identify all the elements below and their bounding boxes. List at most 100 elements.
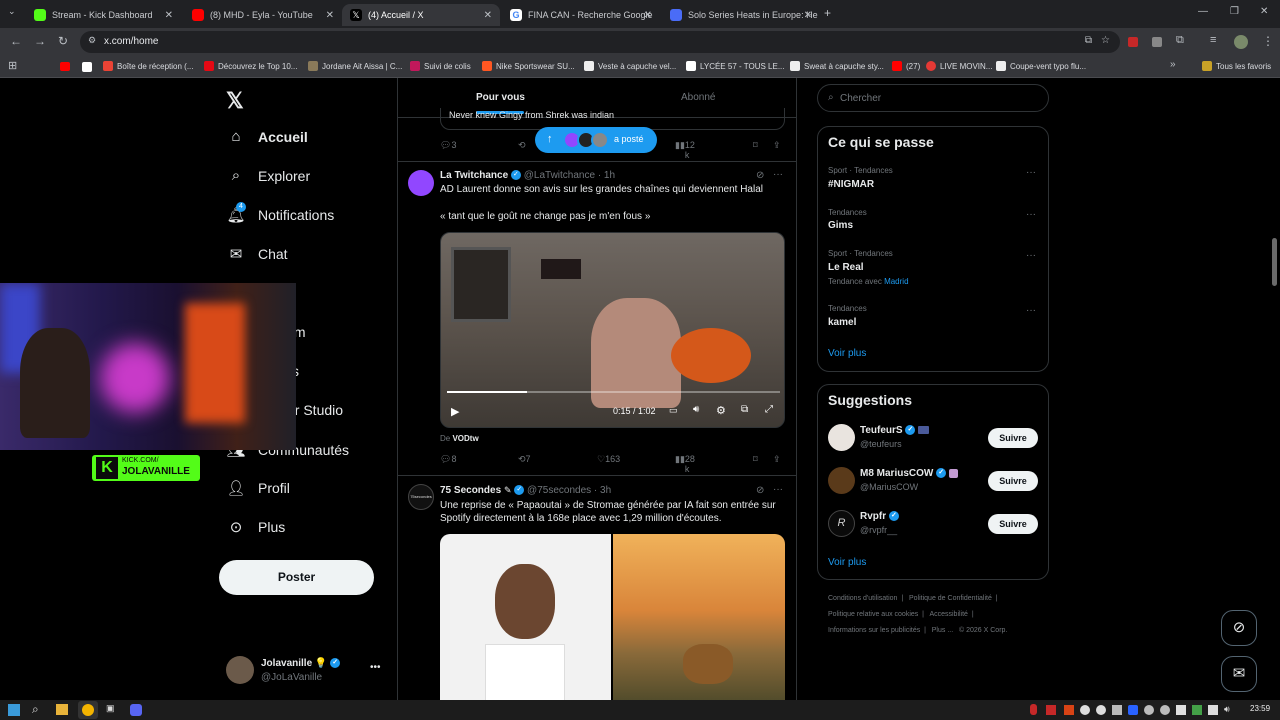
- close-icon[interactable]: ✕: [165, 10, 173, 21]
- post-handle[interactable]: @75secondes: [527, 485, 591, 496]
- avatar[interactable]: [408, 170, 434, 196]
- trend-extra-link[interactable]: Madrid: [884, 277, 908, 286]
- new-posts-pill[interactable]: ↑ a posté: [535, 127, 657, 153]
- post-author[interactable]: La Twitchance: [440, 170, 508, 181]
- search-input[interactable]: ⌕ Chercher: [817, 84, 1049, 112]
- restore-icon[interactable]: ❐: [1230, 6, 1239, 17]
- tab-youtube[interactable]: (8) MHD - Eyla - YouTube ✕: [184, 4, 342, 26]
- back-icon[interactable]: ←: [10, 34, 22, 48]
- tray-icon[interactable]: [1046, 705, 1056, 715]
- avatar[interactable]: [828, 424, 855, 451]
- more-icon[interactable]: ···: [1026, 209, 1036, 220]
- like-button[interactable]: ♡ 163: [597, 454, 620, 465]
- footer-link[interactable]: Politique relative aux cookies: [828, 611, 918, 618]
- footer-link[interactable]: Accessibilité: [929, 611, 968, 618]
- trend-name[interactable]: Gims: [828, 220, 853, 231]
- tab-search-icon[interactable]: ⌄: [8, 6, 16, 17]
- grok-icon[interactable]: ⊘: [1221, 610, 1257, 646]
- more-icon[interactable]: ···: [1026, 305, 1036, 316]
- more-icon[interactable]: ···: [1026, 250, 1036, 261]
- trend-name[interactable]: kamel: [828, 317, 856, 328]
- bookmark-star-icon[interactable]: ☆: [1101, 35, 1110, 46]
- suggestion-name[interactable]: TeufeurS ✓: [860, 425, 930, 436]
- bookmark-item[interactable]: Jordane Ait Aissa | C...: [308, 61, 402, 71]
- bookmark-item[interactable]: LIVE MOVIN...: [926, 61, 992, 71]
- bookmark-icon[interactable]: ⌑: [753, 454, 758, 465]
- bookmark-item[interactable]: LYCÉE 57 - TOUS LE...: [686, 61, 784, 71]
- scrollbar[interactable]: [1272, 238, 1277, 286]
- bookmark-item[interactable]: (27): [892, 61, 920, 71]
- tab-for-you[interactable]: Pour vous: [476, 92, 525, 103]
- account-avatar[interactable]: [226, 656, 254, 684]
- bookmark-item[interactable]: Veste à capuche vel...: [584, 61, 676, 71]
- all-bookmarks[interactable]: Tous les favoris: [1202, 61, 1271, 71]
- tray-icon[interactable]: [1096, 705, 1106, 715]
- footer-link[interactable]: Plus ...: [932, 627, 953, 634]
- tray-icon[interactable]: [1064, 705, 1074, 715]
- avatar[interactable]: [828, 467, 855, 494]
- discord-icon[interactable]: [130, 704, 142, 716]
- tray-icon[interactable]: [1144, 705, 1154, 715]
- account-name[interactable]: Jolavanille 💡 ✓: [261, 658, 341, 669]
- video-player[interactable]: ▶ 0:15 / 1:02 ▭ 🔊︎ ⚙ ⧉ ⤢: [440, 232, 785, 428]
- trend-name[interactable]: #NIGMAR: [828, 179, 874, 190]
- youtube-bookmark-icon[interactable]: [60, 62, 70, 71]
- tray-icon[interactable]: [1112, 705, 1122, 715]
- more-icon[interactable]: ···: [773, 169, 783, 180]
- extension-icon[interactable]: [1128, 37, 1138, 47]
- close-icon[interactable]: ✕: [644, 10, 652, 21]
- microphone-icon[interactable]: [1030, 704, 1037, 715]
- bookmark-item[interactable]: Nike Sportswear SU...: [482, 61, 575, 71]
- tab-following[interactable]: Abonné: [681, 92, 715, 103]
- video-progress-track[interactable]: [447, 391, 780, 393]
- bookmark-icon[interactable]: ⌑: [753, 140, 758, 151]
- forward-icon[interactable]: →: [34, 34, 46, 48]
- close-icon[interactable]: ✕: [484, 10, 492, 21]
- suggestion-name[interactable]: Rvpfr ✓: [860, 511, 899, 522]
- minimize-icon[interactable]: —: [1198, 6, 1208, 17]
- post-image[interactable]: [440, 534, 785, 700]
- bluetooth-icon[interactable]: [1128, 705, 1138, 715]
- reply-button[interactable]: 💬︎ 3: [440, 140, 456, 151]
- bookmark-item[interactable]: Boîte de réception (...: [103, 61, 194, 71]
- windows-start-icon[interactable]: [8, 704, 20, 716]
- profile-avatar[interactable]: [1234, 35, 1248, 49]
- media-icon[interactable]: ≡: [1210, 34, 1216, 46]
- window-close-icon[interactable]: ✕: [1260, 6, 1268, 17]
- suggestion-name[interactable]: M8 MariusCOW ✓: [860, 468, 958, 479]
- extension-icon[interactable]: [1152, 37, 1162, 47]
- nvidia-icon[interactable]: [1192, 705, 1202, 715]
- messages-icon[interactable]: ✉: [1221, 656, 1257, 692]
- footer-link[interactable]: Informations sur les publicités: [828, 627, 920, 634]
- play-icon[interactable]: ▶: [451, 405, 459, 418]
- search-icon[interactable]: ⌕: [32, 702, 39, 717]
- more-icon[interactable]: ···: [773, 484, 783, 495]
- nav-explore[interactable]: ⌕ Explorer: [226, 167, 310, 184]
- repost-icon[interactable]: ⟲: [518, 140, 526, 151]
- tray-icon[interactable]: [1176, 705, 1186, 715]
- pip-icon[interactable]: ⧉: [741, 404, 748, 415]
- more-icon[interactable]: ···: [1026, 167, 1036, 178]
- post-handle[interactable]: @LaTwitchance: [524, 170, 595, 181]
- install-icon[interactable]: ⧉: [1085, 35, 1092, 46]
- nav-profile[interactable]: 👤︎ Profil: [226, 479, 289, 497]
- menu-icon[interactable]: ⋮: [1262, 34, 1274, 48]
- address-input[interactable]: ⚙ x.com/home ⧉ ☆: [80, 31, 1120, 53]
- reload-icon[interactable]: ↻: [58, 34, 68, 48]
- follow-button[interactable]: Suivre: [988, 514, 1038, 534]
- file-explorer-icon[interactable]: [56, 704, 68, 715]
- share-icon[interactable]: ⇪: [773, 454, 781, 465]
- follow-button[interactable]: Suivre: [988, 428, 1038, 448]
- close-icon[interactable]: ✕: [326, 10, 334, 21]
- bookmark-item[interactable]: Coupe-vent typo flu...: [996, 61, 1086, 71]
- footer-link[interactable]: Politique de Confidentialité: [909, 595, 992, 602]
- post-time[interactable]: · 1h: [598, 170, 615, 181]
- trends-show-more[interactable]: Voir plus: [828, 348, 866, 359]
- terminal-icon[interactable]: ▣: [106, 703, 115, 714]
- x-logo-icon[interactable]: 𝕏: [226, 88, 244, 114]
- nav-notifications[interactable]: 🔔︎ 4 Notifications: [226, 202, 334, 224]
- bookmark-item[interactable]: Sweat à capuche sty...: [790, 61, 884, 71]
- tab-solo-series[interactable]: Solo Series Heats in Europe: He ✕: [662, 4, 820, 26]
- tray-icon[interactable]: [1080, 705, 1090, 715]
- account-menu-icon[interactable]: •••: [370, 662, 381, 673]
